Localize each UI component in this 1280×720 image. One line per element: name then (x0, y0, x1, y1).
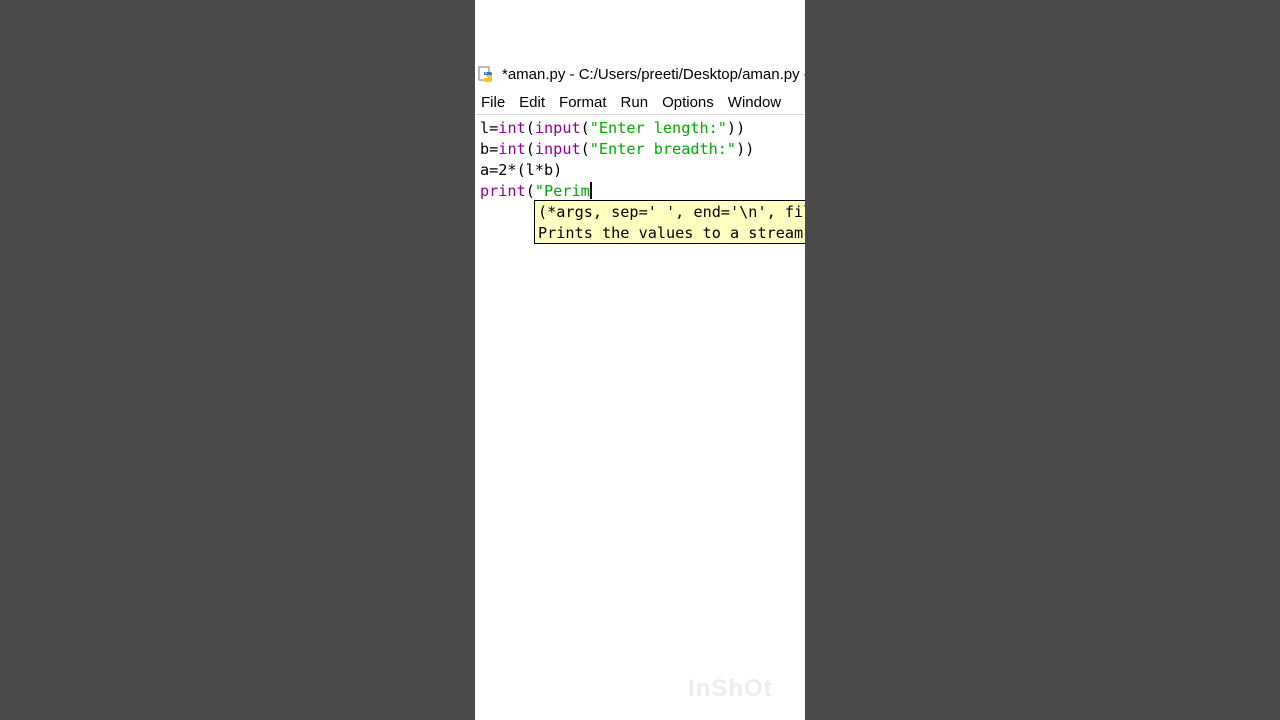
inshot-watermark: InShOt (688, 675, 773, 702)
menu-edit[interactable]: Edit (512, 94, 552, 111)
code-token: )) (736, 140, 755, 158)
code-keyword: print (480, 182, 526, 200)
menu-format[interactable]: Format (552, 94, 614, 111)
code-token: b= (480, 140, 499, 158)
code-token: ( (580, 119, 590, 137)
code-token: ( (525, 119, 535, 137)
code-string: "Perim (534, 182, 590, 200)
title-bar[interactable]: *aman.py - C:/Users/preeti/Desktop/aman.… (475, 62, 805, 86)
python-file-icon (478, 66, 492, 82)
code-token: ( (580, 140, 590, 158)
menu-window[interactable]: Window (721, 94, 788, 111)
code-line[interactable]: a=2*(l*b) (480, 160, 754, 181)
code-line[interactable]: print("Perim (480, 181, 754, 202)
code-token: l= (480, 119, 499, 137)
code-keyword: input (534, 119, 581, 137)
code-token: )) (726, 119, 746, 137)
code-line[interactable]: l=int(input("Enter length:")) (480, 118, 754, 139)
code-token: a=2*(l*b) (480, 161, 563, 179)
calltip-tooltip: (*args, sep=' ', end='\n', file=None, fl… (534, 200, 805, 244)
code-keyword: input (534, 140, 581, 158)
menu-bar: File Edit Format Run Options Window (475, 90, 805, 115)
menu-run[interactable]: Run (614, 94, 656, 111)
text-cursor (589, 182, 592, 199)
code-keyword: int (498, 140, 526, 158)
calltip-description: Prints the values to a stream, or to sys… (538, 224, 805, 242)
idle-editor-window: *aman.py - C:/Users/preeti/Desktop/aman.… (475, 0, 805, 720)
code-string: "Enter length:" (589, 119, 727, 137)
code-keyword: int (498, 119, 526, 137)
letterbox-left (0, 0, 475, 720)
menu-file[interactable]: File (475, 94, 512, 111)
code-string: "Enter breadth:" (589, 140, 737, 158)
code-line[interactable]: b=int(input("Enter breadth:")) (480, 139, 754, 160)
code-token: ( (525, 182, 535, 200)
window-title: *aman.py - C:/Users/preeti/Desktop/aman.… (502, 65, 805, 83)
letterbox-right (805, 0, 1280, 720)
code-token: ( (525, 140, 535, 158)
code-text[interactable]: l=int(input("Enter length:")) b=int(input… (480, 118, 754, 202)
calltip-signature: (*args, sep=' ', end='\n', file=None, fl… (538, 203, 805, 221)
menu-options[interactable]: Options (655, 94, 721, 111)
